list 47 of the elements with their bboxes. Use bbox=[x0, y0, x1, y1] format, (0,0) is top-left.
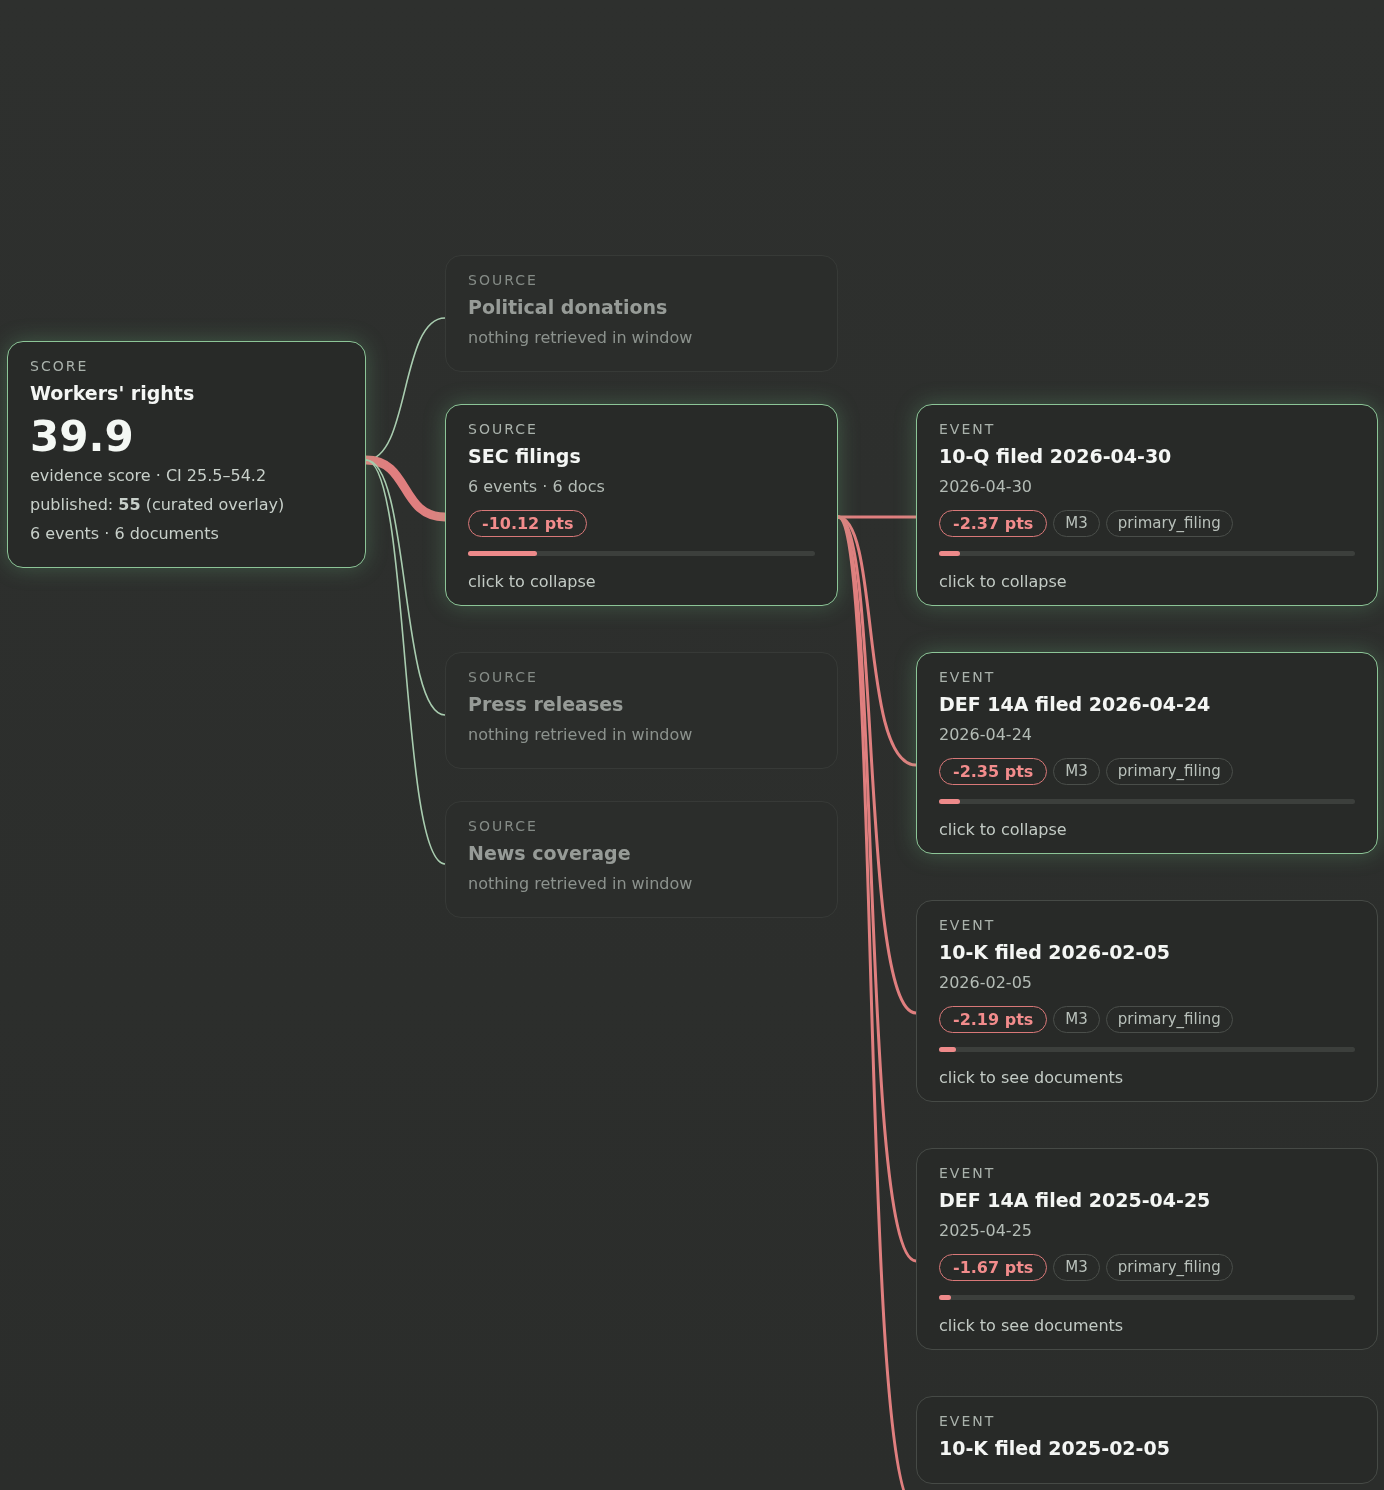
card-title: 10-Q filed 2026-04-30 bbox=[939, 445, 1173, 467]
event-card[interactable]: EVENT 10-K filed 2026-02-05 2026-02-05 -2.19 pts M3 primary_filing click to see documents bbox=[916, 900, 1378, 1102]
card-label: EVENT bbox=[939, 1413, 997, 1429]
score-detail: evidence score · CI 25.5–54.2 bbox=[30, 466, 268, 486]
card-title: DEF 14A filed 2025-04-25 bbox=[939, 1189, 1212, 1211]
card-label: EVENT bbox=[939, 421, 997, 437]
score-card[interactable]: SCORE Workers' rights 39.9 evidence score · CI 25.5–54.2 published: 55 (curated overlay) 6 events · 6 documents bbox=[7, 341, 366, 569]
card-label: EVENT bbox=[939, 917, 997, 933]
event-date: 2026-04-30 bbox=[939, 477, 1033, 496]
source-card[interactable]: SOURCE Political donations nothing retrieved in window bbox=[445, 255, 838, 372]
toggle-link[interactable]: click to collapse bbox=[939, 820, 1355, 839]
card-label: SCORE bbox=[30, 358, 90, 374]
source-summary: nothing retrieved in window bbox=[468, 874, 694, 893]
card-title: Political donations bbox=[468, 296, 669, 318]
card-title: 10-K filed 2025-02-05 bbox=[939, 1437, 1171, 1459]
card-label: SOURCE bbox=[468, 421, 539, 437]
card-label: SOURCE bbox=[468, 272, 539, 288]
card-title: 10-K filed 2026-02-05 bbox=[939, 941, 1171, 963]
card-title: DEF 14A filed 2026-04-24 bbox=[939, 693, 1212, 715]
event-card[interactable]: EVENT 10-K filed 2025-02-05 bbox=[916, 1396, 1378, 1484]
card-label: SOURCE bbox=[468, 818, 539, 834]
toggle-link[interactable]: click to collapse bbox=[939, 572, 1355, 591]
card-title: SEC filings bbox=[468, 445, 582, 467]
score-value: 39.9 bbox=[30, 414, 135, 461]
event-date: 2026-02-05 bbox=[939, 973, 1033, 992]
source-summary: nothing retrieved in window bbox=[468, 725, 694, 744]
event-date: 2025-04-25 bbox=[939, 1221, 1033, 1240]
score-counts: 6 events · 6 documents bbox=[30, 524, 220, 544]
card-label: EVENT bbox=[939, 669, 997, 685]
published-score: published: 55 (curated overlay) bbox=[30, 495, 286, 515]
card-label: SOURCE bbox=[468, 669, 539, 685]
card-label: EVENT bbox=[939, 1165, 997, 1181]
source-summary: 6 events · 6 docs bbox=[468, 477, 606, 496]
event-date: 2026-04-24 bbox=[939, 725, 1033, 744]
source-card[interactable]: SOURCE SEC filings 6 events · 6 docs -10.12 pts click to collapse bbox=[445, 404, 838, 606]
toggle-link[interactable]: click to see documents bbox=[939, 1316, 1355, 1335]
card-title: News coverage bbox=[468, 842, 632, 864]
card-title: Press releases bbox=[468, 693, 625, 715]
source-card[interactable]: SOURCE Press releases nothing retrieved in window bbox=[445, 652, 838, 769]
source-summary: nothing retrieved in window bbox=[468, 328, 694, 347]
event-card[interactable]: EVENT DEF 14A filed 2026-04-24 2026-04-24 -2.35 pts M3 primary_filing click to collapse bbox=[916, 652, 1378, 854]
card-title: Workers' rights bbox=[30, 382, 196, 404]
event-card[interactable]: EVENT 10-Q filed 2026-04-30 2026-04-30 -2.37 pts M3 primary_filing click to collapse bbox=[916, 404, 1378, 606]
event-card[interactable]: EVENT DEF 14A filed 2025-04-25 2025-04-25 -1.67 pts M3 primary_filing click to see documents bbox=[916, 1148, 1378, 1350]
toggle-link[interactable]: click to see documents bbox=[939, 1068, 1355, 1087]
toggle-link[interactable]: click to collapse bbox=[468, 572, 815, 591]
source-card[interactable]: SOURCE News coverage nothing retrieved in window bbox=[445, 801, 838, 918]
